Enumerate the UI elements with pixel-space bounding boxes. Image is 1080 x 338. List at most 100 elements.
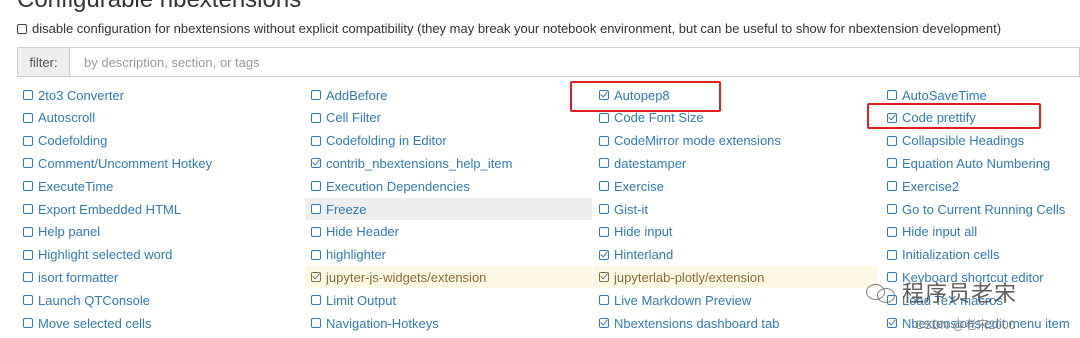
nbextension-checkbox[interactable] [887,249,897,260]
nbextension-checkbox[interactable] [311,90,321,100]
nbextension-item[interactable]: Move selected cells [17,312,301,334]
nbextension-item[interactable]: Cell Filter [305,107,592,129]
nbextension-checkbox[interactable] [599,204,609,214]
nbextension-item[interactable]: jupyter-js-widgets/extension [305,266,592,289]
nbextension-item[interactable]: highlighter [305,244,592,266]
nbextension-label[interactable]: jupyter-js-widgets/extension [326,270,486,285]
nbextension-checkbox[interactable] [311,181,321,192]
nbextension-label[interactable]: 2to3 Converter [38,88,124,103]
nbextension-label[interactable]: Exercise2 [902,179,959,194]
nbextension-label[interactable]: Equation Auto Numbering [902,156,1050,171]
nbextension-item[interactable]: ExecuteTime [17,175,301,197]
nbextension-checkbox[interactable] [23,112,33,123]
nbextension-item[interactable]: Highlight selected word [17,244,301,266]
nbextension-item[interactable]: Execution Dependencies [305,175,592,197]
nbextension-label[interactable]: Autoscroll [38,110,95,125]
nbextension-item[interactable]: Live Markdown Preview [593,289,877,311]
nbextension-label[interactable]: Export Embedded HTML [38,202,181,217]
nbextension-item[interactable]: Nbextensions dashboard tab [593,312,877,334]
nbextension-checkbox[interactable] [887,204,897,214]
nbextension-checkbox[interactable] [311,112,321,123]
nbextension-label[interactable]: AutoSaveTime [902,88,987,103]
compat-checkbox-row[interactable]: disable configuration for nbextensions w… [17,21,1001,36]
nbextension-checkbox[interactable] [311,295,321,306]
nbextension-item[interactable]: Initialization cells [881,244,1080,266]
nbextension-item[interactable]: Exercise2 [881,175,1080,197]
nbextension-item[interactable]: 2to3 Converter [17,84,301,106]
nbextension-checkbox[interactable] [23,249,33,260]
nbextension-checkbox[interactable] [311,204,321,214]
nbextension-label[interactable]: Collapsible Headings [902,133,1024,148]
nbextension-label[interactable]: Hide Header [326,224,399,239]
nbextension-checkbox[interactable] [887,226,897,237]
nbextension-item[interactable]: Codefolding [17,130,301,152]
nbextension-item[interactable]: Gist-it [593,198,877,220]
nbextension-checkbox[interactable] [311,226,321,237]
nbextension-item[interactable]: Hide input all [881,221,1080,243]
nbextension-checkbox[interactable] [23,90,33,100]
nbextension-checkbox[interactable] [23,295,33,306]
nbextension-item[interactable]: Autoscroll [17,107,301,129]
nbextension-label[interactable]: Live Markdown Preview [614,293,751,308]
nbextension-checkbox[interactable] [599,181,609,192]
nbextension-checkbox[interactable] [23,135,33,146]
nbextension-checkbox[interactable] [23,181,33,192]
nbextension-label[interactable]: Hide input [614,224,673,239]
nbextension-label[interactable]: Cell Filter [326,110,381,125]
nbextension-label[interactable]: Launch QTConsole [38,293,150,308]
nbextension-item[interactable]: Freeze [305,198,592,220]
nbextension-checkbox[interactable] [599,318,609,328]
nbextension-label[interactable]: Comment/Uncomment Hotkey [38,156,212,171]
nbextension-checkbox[interactable] [599,135,609,146]
nbextension-label[interactable]: Move selected cells [38,316,151,331]
nbextension-label[interactable]: Exercise [614,179,664,194]
nbextension-checkbox[interactable] [311,272,321,283]
nbextension-item[interactable]: Codefolding in Editor [305,130,592,152]
nbextension-item[interactable]: Navigation-Hotkeys [305,312,592,334]
compat-checkbox[interactable] [17,23,27,34]
nbextension-checkbox[interactable] [311,158,321,169]
nbextension-label[interactable]: datestamper [614,156,686,171]
nbextension-checkbox[interactable] [887,318,897,328]
filter-input[interactable] [70,48,1079,76]
nbextension-label[interactable]: Navigation-Hotkeys [326,316,439,331]
nbextension-item[interactable]: isort formatter [17,266,301,288]
nbextension-label[interactable]: isort formatter [38,270,118,285]
nbextension-item[interactable]: Go to Current Running Cells [881,198,1080,220]
nbextension-label[interactable]: highlighter [326,247,386,262]
nbextension-label[interactable]: Gist-it [614,202,648,217]
nbextension-label[interactable]: Codefolding in Editor [326,133,447,148]
nbextension-checkbox[interactable] [311,318,321,328]
nbextension-item[interactable]: Collapsible Headings [881,130,1080,152]
nbextension-label[interactable]: Help panel [38,224,100,239]
nbextension-label[interactable]: Freeze [326,202,366,217]
nbextension-label[interactable]: Limit Output [326,293,396,308]
nbextension-item[interactable]: Comment/Uncomment Hotkey [17,152,301,174]
nbextension-checkbox[interactable] [887,90,897,100]
nbextension-label[interactable]: jupyterlab-plotly/extension [614,270,764,285]
nbextension-checkbox[interactable] [599,226,609,237]
nbextension-label[interactable]: Codefolding [38,133,107,148]
nbextension-checkbox[interactable] [599,112,609,123]
nbextension-checkbox[interactable] [599,272,609,283]
nbextension-item[interactable]: Exercise [593,175,877,197]
nbextension-label[interactable]: AddBefore [326,88,387,103]
nbextension-item[interactable]: contrib_nbextensions_help_item [305,152,592,174]
nbextension-label[interactable]: Hinterland [614,247,673,262]
nbextension-checkbox[interactable] [887,181,897,192]
nbextension-item[interactable]: Hinterland [593,244,877,266]
nbextension-label[interactable]: Nbextensions dashboard tab [614,316,780,331]
nbextension-item[interactable]: Help panel [17,221,301,243]
nbextension-label[interactable]: Highlight selected word [38,247,172,262]
nbextension-item[interactable]: CodeMirror mode extensions [593,130,877,152]
nbextension-label[interactable]: Initialization cells [902,247,1000,262]
nbextension-checkbox[interactable] [23,318,33,328]
nbextension-item[interactable]: Launch QTConsole [17,289,301,311]
nbextension-label[interactable]: Hide input all [902,224,977,239]
nbextension-label[interactable]: Code Font Size [614,110,704,125]
nbextension-item[interactable]: AddBefore [305,84,592,106]
nbextension-checkbox[interactable] [599,249,609,260]
nbextension-item[interactable]: Limit Output [305,289,592,311]
nbextension-item[interactable]: Equation Auto Numbering [881,152,1080,174]
nbextension-checkbox[interactable] [887,135,897,146]
